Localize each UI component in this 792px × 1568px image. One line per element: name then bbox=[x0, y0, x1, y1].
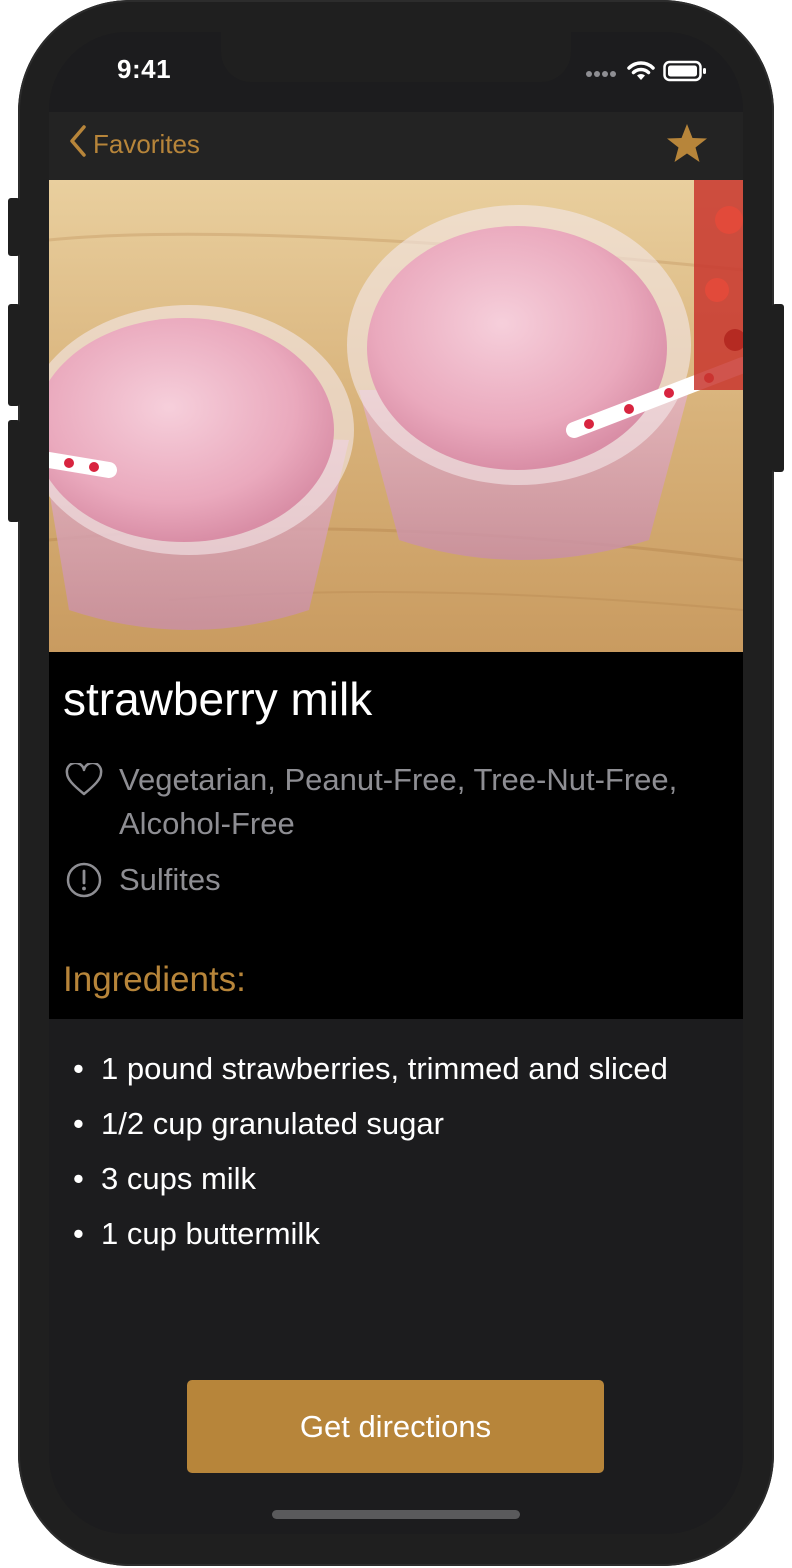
battery-icon bbox=[663, 60, 707, 87]
diet-labels-row: Vegetarian, Peanut-Free, Tree-Nut-Free, … bbox=[65, 758, 739, 846]
diet-labels: Vegetarian, Peanut-Free, Tree-Nut-Free, … bbox=[119, 762, 678, 841]
chevron-left-icon bbox=[69, 124, 87, 165]
list-bullet: • bbox=[73, 1051, 84, 1086]
ingredients-heading: Ingredients: bbox=[63, 960, 246, 999]
back-button-label: Favorites bbox=[93, 128, 200, 159]
recipe-title: strawberry milk bbox=[63, 673, 373, 725]
ingredient-text: 1 cup buttermilk bbox=[101, 1216, 320, 1251]
get-directions-button[interactable]: Get directions bbox=[187, 1380, 604, 1473]
ingredients-list: • 1 pound strawberries, trimmed and slice… bbox=[73, 1047, 673, 1267]
recipe-photo bbox=[49, 180, 743, 652]
heart-icon bbox=[65, 758, 103, 802]
recipe-info: strawberry milk Vegetarian, Peanut-Free,… bbox=[49, 652, 743, 1019]
status-icons bbox=[585, 60, 707, 87]
list-item: • 3 cups milk bbox=[73, 1157, 673, 1201]
ingredient-text: 3 cups milk bbox=[101, 1161, 257, 1196]
home-indicator[interactable] bbox=[272, 1510, 520, 1519]
status-time: 9:41 bbox=[117, 54, 172, 84]
cautions-row: Sulfites bbox=[65, 858, 739, 902]
ingredient-text: 1/2 cup granulated sugar bbox=[101, 1106, 444, 1141]
back-button[interactable]: Favorites bbox=[69, 124, 200, 164]
screen: 9:41 Favorites strawberry milk Vegetaria… bbox=[49, 32, 743, 1534]
power-button bbox=[772, 304, 784, 472]
mute-switch bbox=[8, 198, 20, 256]
cellular-signal-icon bbox=[585, 65, 619, 83]
list-bullet: • bbox=[73, 1216, 84, 1251]
list-item: • 1/2 cup granulated sugar bbox=[73, 1102, 673, 1146]
cautions: Sulfites bbox=[119, 862, 221, 897]
exclamation-circle-icon bbox=[65, 858, 103, 902]
list-item: • 1 cup buttermilk bbox=[73, 1212, 673, 1256]
list-item: • 1 pound strawberries, trimmed and slice… bbox=[73, 1047, 673, 1091]
list-bullet: • bbox=[73, 1106, 84, 1141]
volume-down-button bbox=[8, 420, 20, 522]
ingredient-text: 1 pound strawberries, trimmed and sliced bbox=[101, 1051, 668, 1086]
navigation-bar: Favorites bbox=[49, 112, 743, 180]
volume-up-button bbox=[8, 304, 20, 406]
wifi-icon bbox=[627, 60, 655, 87]
favorite-button[interactable] bbox=[665, 122, 709, 166]
list-bullet: • bbox=[73, 1161, 84, 1196]
notch bbox=[221, 32, 571, 82]
star-icon bbox=[665, 124, 709, 170]
